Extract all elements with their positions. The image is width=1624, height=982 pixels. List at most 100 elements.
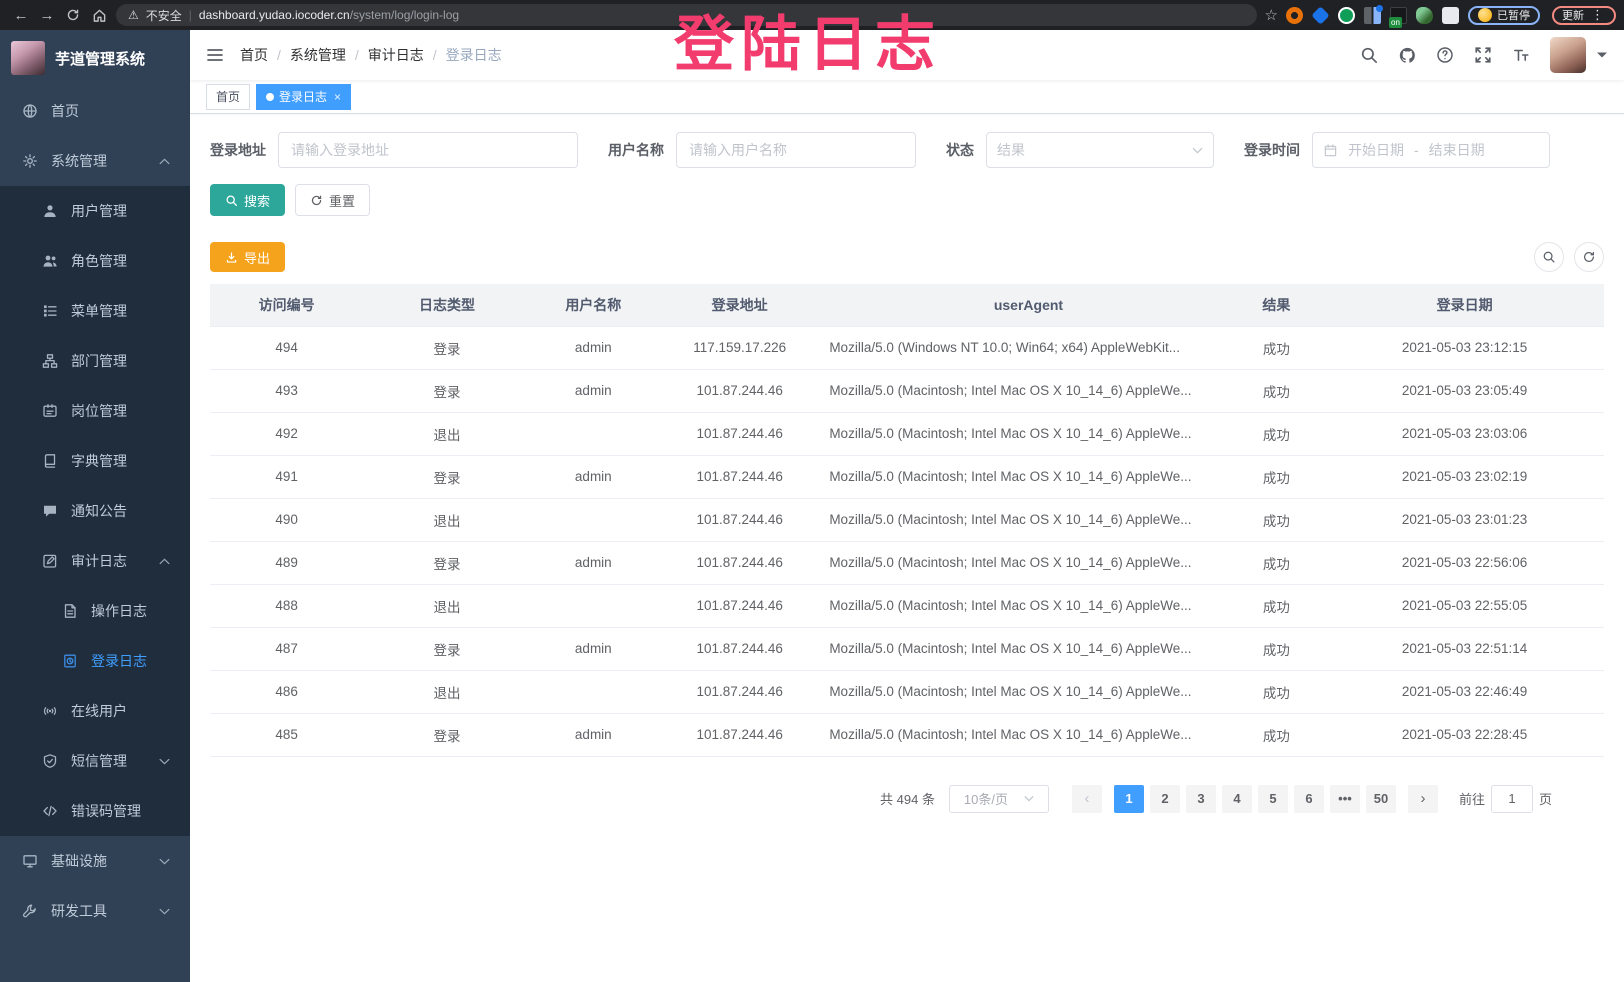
browser-forward-icon[interactable]: → xyxy=(34,4,60,26)
page-button-50[interactable]: 50 xyxy=(1366,785,1396,813)
sidebar-item-operate-log[interactable]: 操作日志 xyxy=(0,586,190,636)
export-button[interactable]: 导出 xyxy=(210,242,285,272)
prev-page-button[interactable]: ‹ xyxy=(1072,785,1102,813)
more-pages-button[interactable]: ••• xyxy=(1330,785,1360,813)
column-header: 访问编号 xyxy=(210,284,363,326)
sidebar-item-sms[interactable]: 短信管理 xyxy=(0,736,190,786)
login-address-input[interactable] xyxy=(278,132,578,168)
tags-view-bar: 首页 登录日志 × xyxy=(190,80,1624,114)
sidebar-item-role[interactable]: 角色管理 xyxy=(0,236,190,286)
page-button-2[interactable]: 2 xyxy=(1150,785,1180,813)
jump-page-input[interactable] xyxy=(1491,785,1533,813)
font-size-icon[interactable] xyxy=(1512,46,1530,64)
page-size-select[interactable]: 10条/页 xyxy=(949,785,1049,813)
table-row: 494登录admin117.159.17.226Mozilla/5.0 (Win… xyxy=(210,326,1604,369)
table-cell: 2021-05-03 22:51:14 xyxy=(1325,627,1604,670)
login-log-icon xyxy=(62,653,78,669)
login-time-range-picker[interactable]: 开始日期 - 结束日期 xyxy=(1312,132,1550,168)
tag-active[interactable]: 登录日志 × xyxy=(256,84,351,110)
reset-button[interactable]: 重置 xyxy=(295,184,370,216)
help-icon[interactable] xyxy=(1436,46,1454,64)
sidebar-item-label: 审计日志 xyxy=(71,551,127,571)
browser-reload-icon[interactable] xyxy=(60,4,86,26)
tag-label: 登录日志 xyxy=(279,88,327,105)
sidebar-item-notice[interactable]: 通知公告 xyxy=(0,486,190,536)
extension-list-on-icon[interactable] xyxy=(1390,7,1407,24)
tag-item[interactable]: 首页 xyxy=(206,84,250,110)
sidebar-item-audit[interactable]: 审计日志 xyxy=(0,536,190,586)
extensions-puzzle-icon[interactable] xyxy=(1442,7,1459,24)
sidebar-item-menu[interactable]: 菜单管理 xyxy=(0,286,190,336)
sidebar-item-infra[interactable]: 基础设施 xyxy=(0,836,190,886)
search-icon[interactable] xyxy=(1360,46,1378,64)
tag-close-icon[interactable]: × xyxy=(334,90,341,104)
page-button-6[interactable]: 6 xyxy=(1294,785,1324,813)
page-url[interactable]: dashboard.yudao.iocoder.cn/system/log/lo… xyxy=(199,8,459,22)
sidebar-item-dept[interactable]: 部门管理 xyxy=(0,336,190,386)
table-cell: 成功 xyxy=(1228,412,1326,455)
extension-grid-icon[interactable] xyxy=(1364,7,1381,24)
sidebar-item-gear[interactable]: 系统管理 xyxy=(0,136,190,186)
browser-back-icon[interactable]: ← xyxy=(8,4,34,26)
login-time-label: 登录时间 xyxy=(1244,140,1300,160)
sidebar-item-post[interactable]: 岗位管理 xyxy=(0,386,190,436)
bookmark-star-icon[interactable]: ☆ xyxy=(1265,6,1278,24)
app-logo-row[interactable]: 芋道管理系统 xyxy=(0,30,190,86)
pagination: 共 494 条 10条/页 ‹ 123456•••50 › 前往 页 xyxy=(210,785,1604,813)
github-icon[interactable] xyxy=(1398,46,1416,64)
sidebar-item-user[interactable]: 用户管理 xyxy=(0,186,190,236)
table-cell: 成功 xyxy=(1228,541,1326,584)
sidebar-item-dashboard[interactable]: 首页 xyxy=(0,86,190,136)
sidebar-item-label: 短信管理 xyxy=(71,751,127,771)
table-cell: 2021-05-03 22:46:49 xyxy=(1325,670,1604,713)
sidebar-item-online-user[interactable]: 在线用户 xyxy=(0,686,190,736)
page-button-4[interactable]: 4 xyxy=(1222,785,1252,813)
page-button-3[interactable]: 3 xyxy=(1186,785,1216,813)
page-button-5[interactable]: 5 xyxy=(1258,785,1288,813)
reset-button-label: 重置 xyxy=(329,191,355,210)
browser-home-icon[interactable] xyxy=(86,4,112,26)
user-icon xyxy=(42,203,58,219)
profile-paused-badge[interactable]: 已暂停 xyxy=(1468,6,1540,25)
sidebar-item-label: 操作日志 xyxy=(91,601,147,621)
page-content: 登录地址 用户名称 状态 结果 登录时间 xyxy=(190,114,1624,982)
not-secure-label[interactable]: 不安全 xyxy=(146,7,182,24)
breadcrumb-item[interactable]: 首页 xyxy=(240,45,268,65)
profile-emoji-avatar xyxy=(1478,8,1492,22)
refresh-table-icon[interactable] xyxy=(1574,242,1604,272)
toggle-search-icon[interactable] xyxy=(1534,242,1564,272)
user-avatar[interactable] xyxy=(1550,37,1586,73)
sidebar-item-error-code[interactable]: 错误码管理 xyxy=(0,786,190,836)
gear-icon xyxy=(22,153,38,169)
breadcrumb-item[interactable]: 审计日志 xyxy=(368,45,424,65)
extension-blue-diamond-icon[interactable] xyxy=(1311,6,1329,24)
error-code-icon xyxy=(42,803,58,819)
breadcrumb-separator-icon: / xyxy=(433,47,437,63)
column-header: 用户名称 xyxy=(531,284,656,326)
fullscreen-icon[interactable] xyxy=(1474,46,1492,64)
browser-update-button[interactable]: 更新 ⋮ xyxy=(1552,6,1616,25)
breadcrumb: 首页/系统管理/审计日志/登录日志 xyxy=(240,45,502,65)
chevron-down-icon xyxy=(1192,147,1203,154)
table-cell: 成功 xyxy=(1228,713,1326,756)
sidebar-item-devtool[interactable]: 研发工具 xyxy=(0,886,190,936)
next-page-button[interactable]: › xyxy=(1408,785,1438,813)
online-user-icon xyxy=(42,703,58,719)
hamburger-icon[interactable] xyxy=(206,47,224,63)
sidebar-item-login-log[interactable]: 登录日志 xyxy=(0,636,190,686)
page-button-1[interactable]: 1 xyxy=(1114,785,1144,813)
extension-leaf-icon[interactable] xyxy=(1416,7,1433,24)
extension-orange-icon[interactable] xyxy=(1286,7,1303,24)
search-button[interactable]: 搜索 xyxy=(210,184,285,216)
app-logo-image xyxy=(11,41,45,75)
browser-menu-dots-icon[interactable]: ⋮ xyxy=(1589,7,1606,23)
sidebar-item-dict[interactable]: 字典管理 xyxy=(0,436,190,486)
table-cell: 退出 xyxy=(363,584,530,627)
search-button-label: 搜索 xyxy=(244,191,270,210)
sidebar-item-label: 登录日志 xyxy=(91,651,147,671)
extension-green-icon[interactable] xyxy=(1338,7,1355,24)
username-input[interactable] xyxy=(676,132,916,168)
breadcrumb-item[interactable]: 系统管理 xyxy=(290,45,346,65)
user-menu-caret-icon[interactable] xyxy=(1596,51,1608,59)
status-select[interactable]: 结果 xyxy=(986,132,1214,168)
